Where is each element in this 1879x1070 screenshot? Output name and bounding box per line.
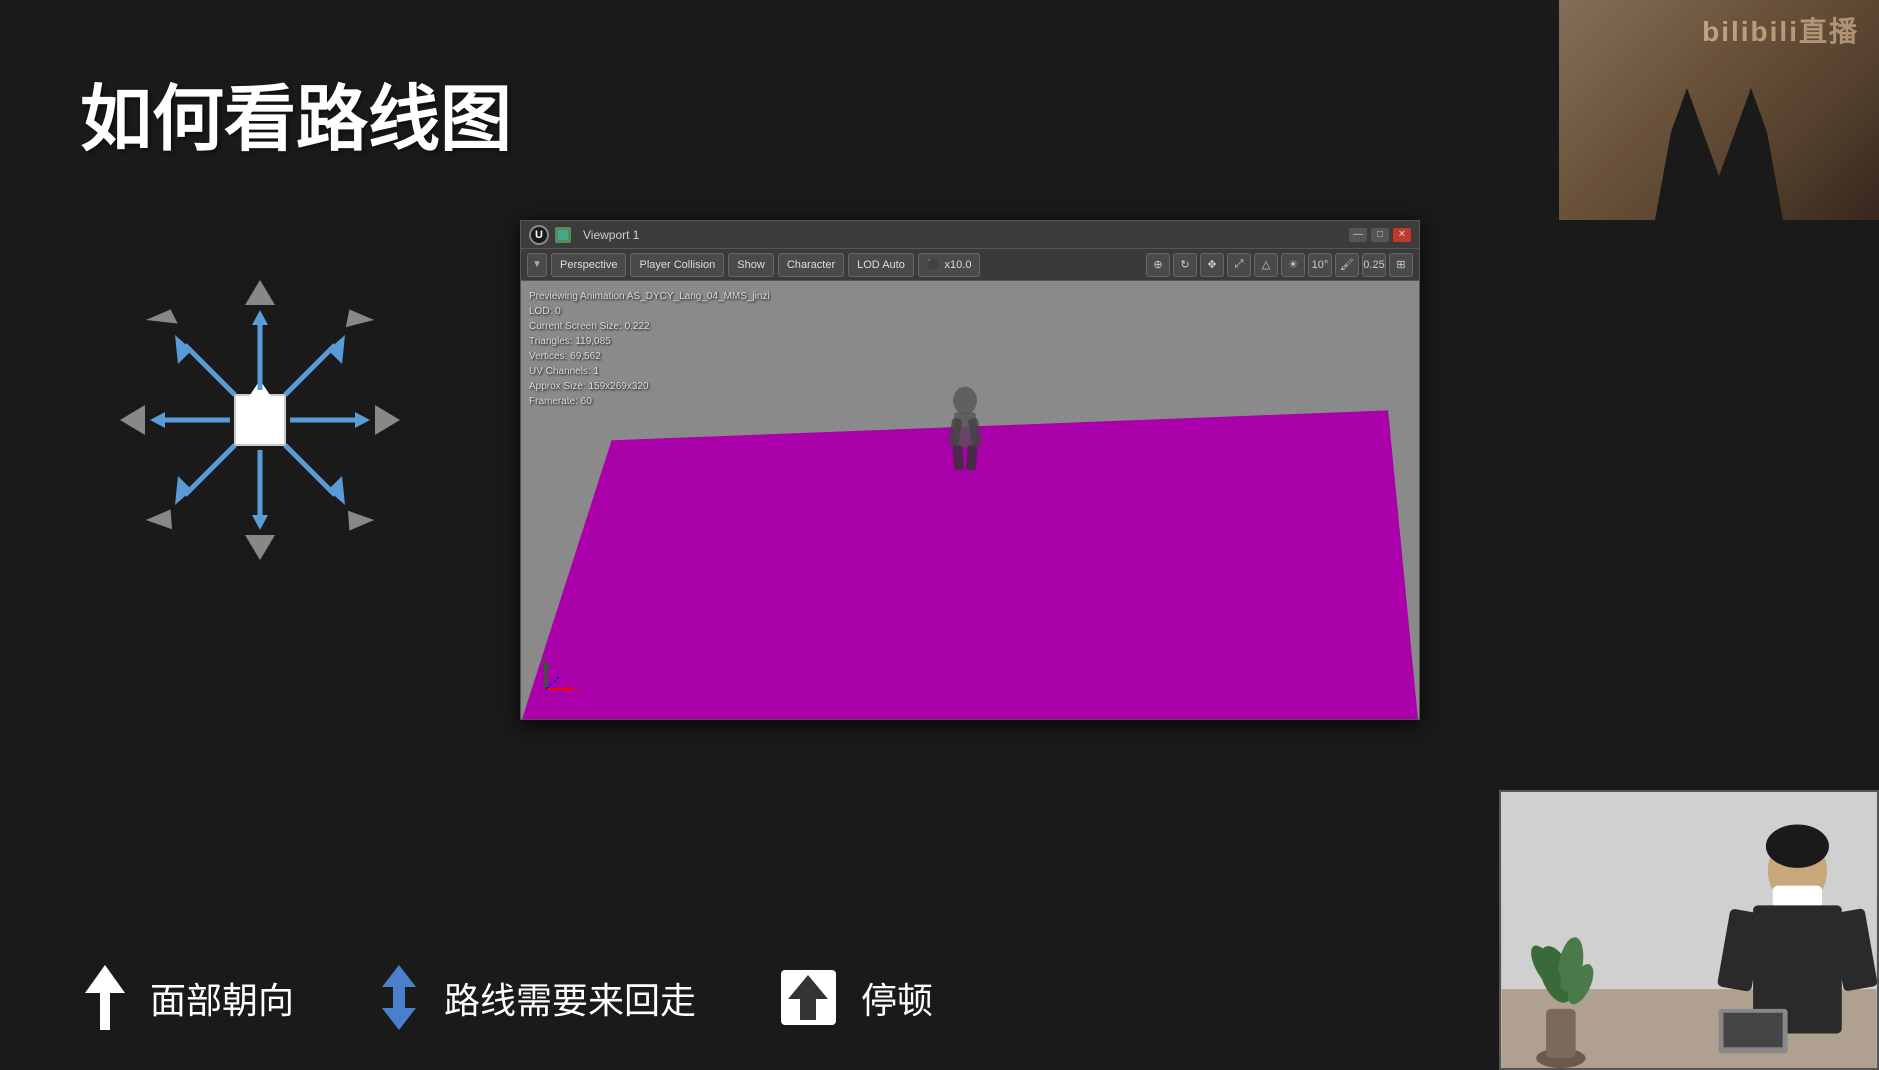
webcam-overlay — [1499, 790, 1879, 1070]
close-button[interactable]: ✕ — [1393, 228, 1411, 242]
viewport-titlebar: U Viewport 1 — □ ✕ — [521, 221, 1419, 249]
show-label: Show — [737, 259, 765, 271]
minimize-button[interactable]: — — [1349, 228, 1367, 242]
layers-icon-btn[interactable]: ⊞ — [1389, 253, 1413, 277]
updown-arrow-icon — [374, 965, 424, 1030]
bottom-section: 面部朝向 路线需要来回走 停顿 — [80, 965, 1080, 1030]
info-line7: Approx Size: 159x269x320 — [529, 379, 770, 394]
character-label: Character — [787, 259, 835, 271]
info-line4: Triangles: 119,085 — [529, 334, 770, 349]
maximize-button[interactable]: □ — [1371, 228, 1389, 242]
viewport-window: U Viewport 1 — □ ✕ ▼ Perspective Player … — [520, 220, 1420, 720]
webcam-content — [1501, 792, 1877, 1068]
info-line6: UV Channels: 1 — [529, 364, 770, 379]
triangle-icon-btn[interactable]: △ — [1254, 253, 1278, 277]
ue-logo: U — [529, 225, 549, 245]
face-direction-label: 面部朝向 — [150, 972, 294, 1024]
camera-icon-btn[interactable]: ⊕ — [1146, 253, 1170, 277]
bottom-item-route: 路线需要来回走 — [374, 965, 696, 1030]
zoom-label: x10.0 — [945, 259, 972, 271]
pause-label: 停顿 — [861, 972, 933, 1024]
svg-text:x: x — [574, 685, 578, 694]
bottom-item-face: 面部朝向 — [80, 965, 294, 1030]
angle-btn[interactable]: 10° — [1308, 253, 1332, 277]
angle-label: 10° — [1312, 259, 1329, 271]
viewport-dropdown[interactable]: ▼ — [527, 253, 547, 277]
rotate-icon-btn[interactable]: ↻ — [1173, 253, 1197, 277]
lod-auto-button[interactable]: LOD Auto — [848, 253, 914, 277]
arrows-diagram — [80, 240, 440, 600]
route-label: 路线需要来回走 — [444, 972, 696, 1024]
webcam-scene — [1501, 792, 1877, 1068]
player-collision-button[interactable]: Player Collision — [630, 253, 724, 277]
move-icon-btn[interactable]: ✥ — [1200, 253, 1224, 277]
info-line5: Vertices: 69,562 — [529, 349, 770, 364]
toolbar-right: ⊕ ↻ ✥ ⤢ △ ☀ 10° 🖌 0.25 ⊞ — [1146, 253, 1413, 277]
scale-icon-btn[interactable]: ⤢ — [1227, 253, 1251, 277]
opacity-btn[interactable]: 0.25 — [1362, 253, 1386, 277]
page-title: 如何看路线图 — [80, 60, 512, 165]
info-line8: Framerate: 60 — [529, 394, 770, 409]
box-arrow-icon — [776, 965, 841, 1030]
perspective-label: Perspective — [560, 259, 617, 271]
light-icon-btn[interactable]: ☀ — [1281, 253, 1305, 277]
window-controls: — □ ✕ — [1349, 228, 1411, 242]
bottom-item-pause: 停顿 — [776, 965, 933, 1030]
coordinate-axes: x y — [541, 659, 591, 699]
paint-icon-btn[interactable]: 🖌 — [1335, 253, 1359, 277]
zoom-icon: ⬛ — [927, 258, 941, 271]
info-line3: Current Screen Size: 0.222 — [529, 319, 770, 334]
character-button[interactable]: Character — [778, 253, 844, 277]
opacity-label: 0.25 — [1363, 259, 1384, 271]
viewport-content[interactable]: Previewing Animation AS_DYCY_Lang_04_MMS… — [521, 281, 1419, 719]
viewport-info: Previewing Animation AS_DYCY_Lang_04_MMS… — [529, 289, 770, 409]
player-collision-label: Player Collision — [639, 259, 715, 271]
perspective-button[interactable]: Perspective — [551, 253, 626, 277]
viewport-title: Viewport 1 — [583, 228, 639, 242]
lod-auto-label: LOD Auto — [857, 259, 905, 271]
info-line2: LOD: 0 — [529, 304, 770, 319]
show-button[interactable]: Show — [728, 253, 774, 277]
zoom-button[interactable]: ⬛ x10.0 — [918, 253, 981, 277]
svg-text:y: y — [542, 659, 546, 665]
top-right-decoration — [1559, 0, 1879, 220]
up-arrow-icon — [80, 965, 130, 1030]
viewport-toolbar: ▼ Perspective Player Collision Show Char… — [521, 249, 1419, 281]
info-line1: Previewing Animation AS_DYCY_Lang_04_MMS… — [529, 289, 770, 304]
viewport-tab-icon — [555, 227, 571, 243]
